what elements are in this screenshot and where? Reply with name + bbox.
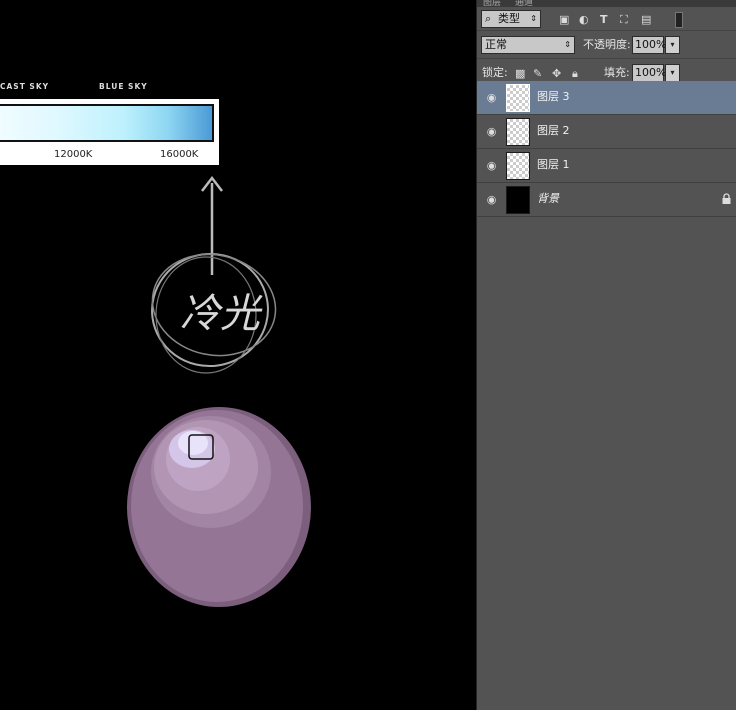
tick-12000k: 12000K [54, 149, 93, 160]
lock-position-icon[interactable]: ✥ [552, 68, 561, 80]
opacity-dropdown-button[interactable]: ▾ [665, 36, 680, 54]
lock-icon [722, 193, 731, 204]
layers-panel: 图层 通道 ⌕ 类型 ⇕ ▣ ◐ T ⛶ ▤ 正常 ⇕ 不透明度: 100% ▾… [476, 0, 736, 710]
cast-sky-label: CAST SKY [0, 82, 50, 91]
search-icon: ⌕ [485, 12, 492, 25]
color-temperature-gradient [0, 104, 214, 142]
eye-icon[interactable]: ◉ [485, 193, 498, 206]
lock-image-pixels-icon[interactable]: ✎ [533, 68, 542, 80]
layer-row-2[interactable]: ◉ 图层 2 [477, 115, 736, 149]
blend-mode-value: 正常 [485, 38, 507, 51]
layer-name[interactable]: 图层 2 [537, 123, 570, 139]
eye-icon[interactable]: ◉ [485, 125, 498, 138]
lock-label: 锁定: [482, 66, 508, 79]
sketch-text: 冷光 [180, 291, 263, 337]
fill-label: 填充: [604, 66, 630, 79]
tab-channels[interactable]: 通道 [515, 0, 533, 7]
purple-sphere-painting [127, 407, 311, 607]
layer-thumbnail [506, 186, 530, 214]
layer-thumbnail [506, 152, 530, 180]
document-canvas[interactable]: CAST SKY BLUE SKY 12000K 16000K 冷光 [0, 0, 476, 710]
chevron-updown-icon: ⇕ [530, 14, 537, 23]
panel-tabs: 图层 通道 [477, 0, 736, 7]
blend-mode-select[interactable]: 正常 ⇕ [481, 36, 575, 54]
type-layer-filter-icon[interactable]: T [600, 14, 608, 26]
tab-layers[interactable]: 图层 [483, 0, 501, 7]
pixel-layer-filter-icon[interactable]: ▣ [559, 14, 569, 26]
smart-object-filter-icon[interactable]: ▤ [641, 14, 651, 26]
layer-list: ◉ 图层 3 ◉ 图层 2 ◉ 图层 1 ◉ 背景 [477, 81, 736, 217]
chevron-updown-icon: ⇕ [564, 40, 571, 49]
opacity-input[interactable]: 100% [632, 36, 666, 54]
layer-thumbnail [506, 84, 530, 112]
filter-toggle-switch[interactable] [675, 12, 683, 28]
tick-16000k: 16000K [160, 149, 199, 160]
adjustment-layer-filter-icon[interactable]: ◐ [579, 14, 589, 26]
lock-all-icon[interactable]: 🔒︎ [572, 68, 578, 80]
fill-dropdown-button[interactable]: ▾ [665, 64, 680, 82]
fill-input[interactable]: 100% [632, 64, 666, 82]
layer-filter-label: 类型 [498, 12, 520, 25]
layer-row-background[interactable]: ◉ 背景 [477, 183, 736, 217]
layer-filter-select[interactable]: ⌕ 类型 ⇕ [481, 10, 541, 28]
shape-layer-filter-icon[interactable]: ⛶ [620, 14, 628, 26]
eye-icon[interactable]: ◉ [485, 91, 498, 104]
layer-row-3[interactable]: ◉ 图层 3 [477, 81, 736, 115]
color-temperature-chart: 12000K 16000K [0, 99, 219, 165]
layer-name[interactable]: 背景 [537, 191, 559, 207]
layer-filter-row: ⌕ 类型 ⇕ ▣ ◐ T ⛶ ▤ [477, 7, 736, 31]
layer-row-1[interactable]: ◉ 图层 1 [477, 149, 736, 183]
layer-name[interactable]: 图层 1 [537, 157, 570, 173]
opacity-label: 不透明度: [583, 38, 631, 51]
cold-light-sketch: 冷光 [151, 175, 277, 374]
blend-opacity-row: 正常 ⇕ 不透明度: 100% ▾ [477, 31, 736, 59]
lock-transparent-pixels-icon[interactable]: ▩ [515, 68, 525, 80]
layer-thumbnail [506, 118, 530, 146]
eye-icon[interactable]: ◉ [485, 159, 498, 172]
blue-sky-label: BLUE SKY [99, 82, 148, 91]
layer-name[interactable]: 图层 3 [537, 89, 570, 105]
